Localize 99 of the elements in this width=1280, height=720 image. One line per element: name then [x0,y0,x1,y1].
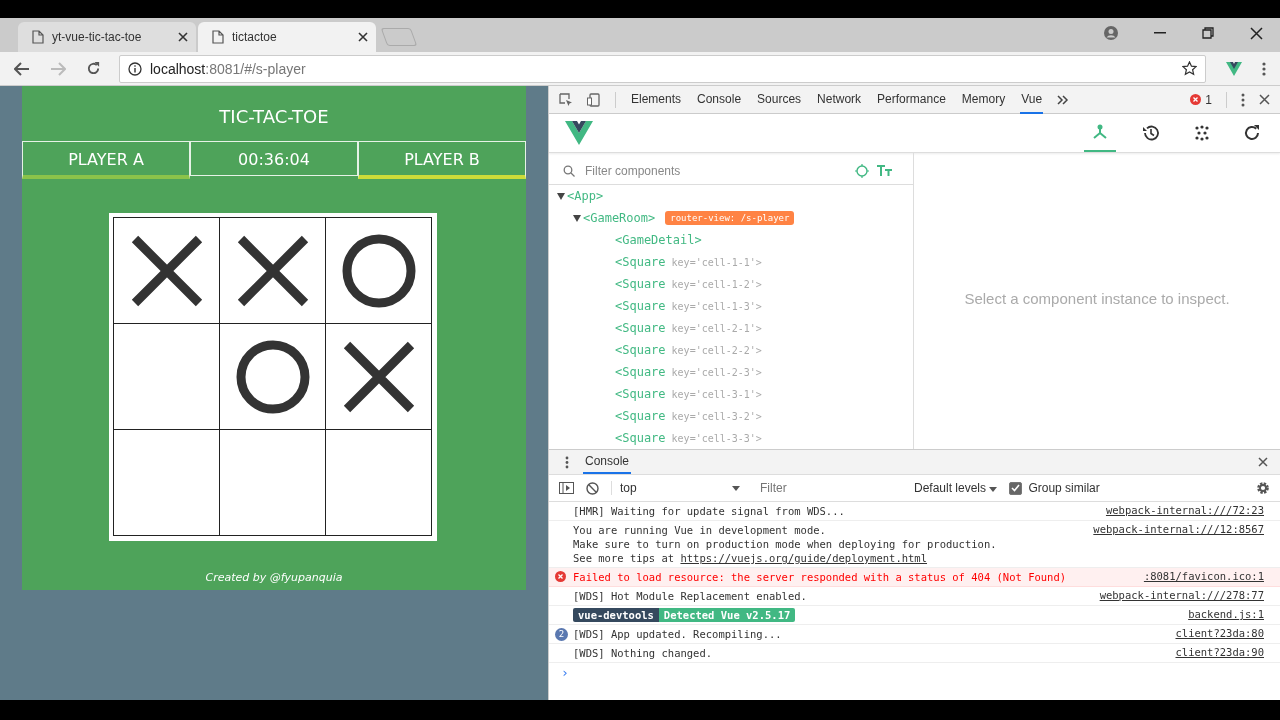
menu-icon[interactable] [1241,92,1245,107]
log-line: See more tips at [573,552,676,564]
log-line: [WDS] App updated. Recompiling... [573,627,783,641]
dots-grid-icon [1194,125,1210,141]
expand-arrow-icon[interactable] [557,192,565,200]
profile-icon[interactable] [1104,26,1118,40]
empty-state-text: Select a component instance to inspect. [964,289,1230,307]
source-link[interactable]: webpack-internal:///72:23 [1105,504,1264,518]
vue-logo-icon [565,121,593,145]
x-mark-icon [130,234,203,307]
log-line: You are running Vue in development mode. [573,523,827,537]
devtools-tab[interactable]: Memory [960,85,1007,114]
devtools-tab[interactable]: Sources [756,85,803,114]
close-icon[interactable] [1250,26,1263,40]
search-icon [563,164,575,177]
o-mark-icon [341,233,416,308]
close-icon[interactable] [1258,457,1268,467]
log-line: [WDS] Hot Module Replacement enabled. [573,589,808,603]
o-mark-icon [235,339,310,414]
close-icon[interactable] [178,32,188,42]
refresh-icon [1244,125,1260,141]
log-line: [HMR] Waiting for update signal from WDS... [573,504,846,518]
more-tabs-icon[interactable] [1057,94,1070,105]
component-key: key='cell-1-2'> [671,278,762,290]
player-label: PLAYER A [22,141,190,179]
component-key: key='cell-3-1'> [671,388,762,400]
checkbox-label: Group similar [1028,481,1100,495]
source-link[interactable]: client?23da:80 [1175,627,1264,641]
game-timer: 00:36:04 [190,141,358,176]
close-icon[interactable] [1259,94,1270,105]
board-square[interactable] [113,217,220,324]
repeat-count: 2 [555,628,568,641]
filter-field[interactable]: Filter components [583,162,847,179]
devtools-tab[interactable]: Console [696,85,743,114]
component-key: key='cell-2-2'> [671,344,762,356]
source-link[interactable]: webpack-internal:///12:8567 [1093,523,1264,565]
context-dropdown[interactable]: top [611,481,740,495]
docs-link[interactable]: https://vuejs.org/guide/deployment.html [680,552,927,564]
back-icon[interactable] [14,61,30,76]
inspect-icon[interactable] [559,92,573,107]
address-field[interactable]: localhost:8081/#/s-player [119,54,1206,83]
browser-tab[interactable]: tictactoe [198,22,376,52]
forward-icon [50,61,66,76]
error-icon [555,571,566,582]
minimize-icon[interactable] [1154,32,1166,34]
component-key: key='cell-1-1'> [671,256,762,268]
star-icon[interactable] [1182,61,1197,76]
board-square[interactable] [325,429,432,536]
component-key: key='cell-2-1'> [671,322,762,334]
page-icon [212,30,224,44]
source-link[interactable]: :8081/favicon.ico:1 [1143,570,1264,584]
settings-icon[interactable] [1256,481,1270,495]
extension-icon[interactable] [1226,61,1242,76]
levels-dropdown[interactable]: Default levels [914,481,998,495]
log-line: Make sure to turn on production mode when deploying for production. [573,537,998,551]
reload-icon[interactable] [86,61,101,76]
caret-icon [989,487,998,492]
source-link[interactable]: webpack-internal:///278:77 [1099,589,1264,603]
sidebar-icon[interactable] [559,482,574,494]
error-icon [1190,94,1202,105]
log-line: Failed to load resource: the server responded with a status of 404 (Not Found) [573,570,1068,584]
device-icon[interactable] [587,92,601,107]
menu-icon[interactable] [1262,61,1266,76]
component-key: key='cell-3-3'> [671,432,762,444]
game-title: TIC-TAC-TOE [218,105,330,129]
credit-text: Created by @fyupanquia [204,571,344,586]
component-tree-icon [1092,124,1108,140]
menu-icon[interactable] [565,455,569,469]
component-key: key='cell-3-2'> [671,410,762,422]
source-link[interactable]: client?23da:90 [1175,646,1264,660]
devtools-tab[interactable]: Elements [630,85,683,114]
info-icon [128,61,142,76]
checkbox[interactable] [1009,481,1023,495]
close-icon[interactable] [358,32,368,42]
board-square[interactable] [325,217,432,324]
history-icon [1142,124,1160,142]
error-count[interactable]: 1 [1205,92,1212,107]
restore-icon[interactable] [1202,27,1214,39]
devtools-badge: vue-devtools [573,608,659,622]
browser-tab[interactable]: yt-vue-tic-tac-toe [18,22,196,52]
player-label: PLAYER B [358,141,526,179]
caret-icon [732,485,740,491]
devtools-tab[interactable]: Performance [876,85,947,114]
console-prompt[interactable]: › [549,663,1280,682]
source-link[interactable]: backend.js:1 [1188,608,1264,622]
devtools-tab[interactable]: Vue [1020,85,1044,114]
component-key: key='cell-1-3'> [671,300,762,312]
board-square[interactable] [113,429,220,536]
devtools-tab[interactable]: Network [816,85,863,114]
component-key: key='cell-2-3'> [671,366,762,378]
clear-icon[interactable] [586,481,599,495]
log-line: [WDS] Nothing changed. [573,646,714,660]
x-mark-icon [342,340,415,413]
version-badge: Detected Vue v2.5.17 [658,608,796,622]
page-icon [32,30,44,44]
x-mark-icon [236,234,309,307]
expand-arrow-icon[interactable] [573,214,581,222]
console-tab[interactable]: Console [583,450,632,474]
router-view-badge: router-view: /s-player [665,211,795,225]
